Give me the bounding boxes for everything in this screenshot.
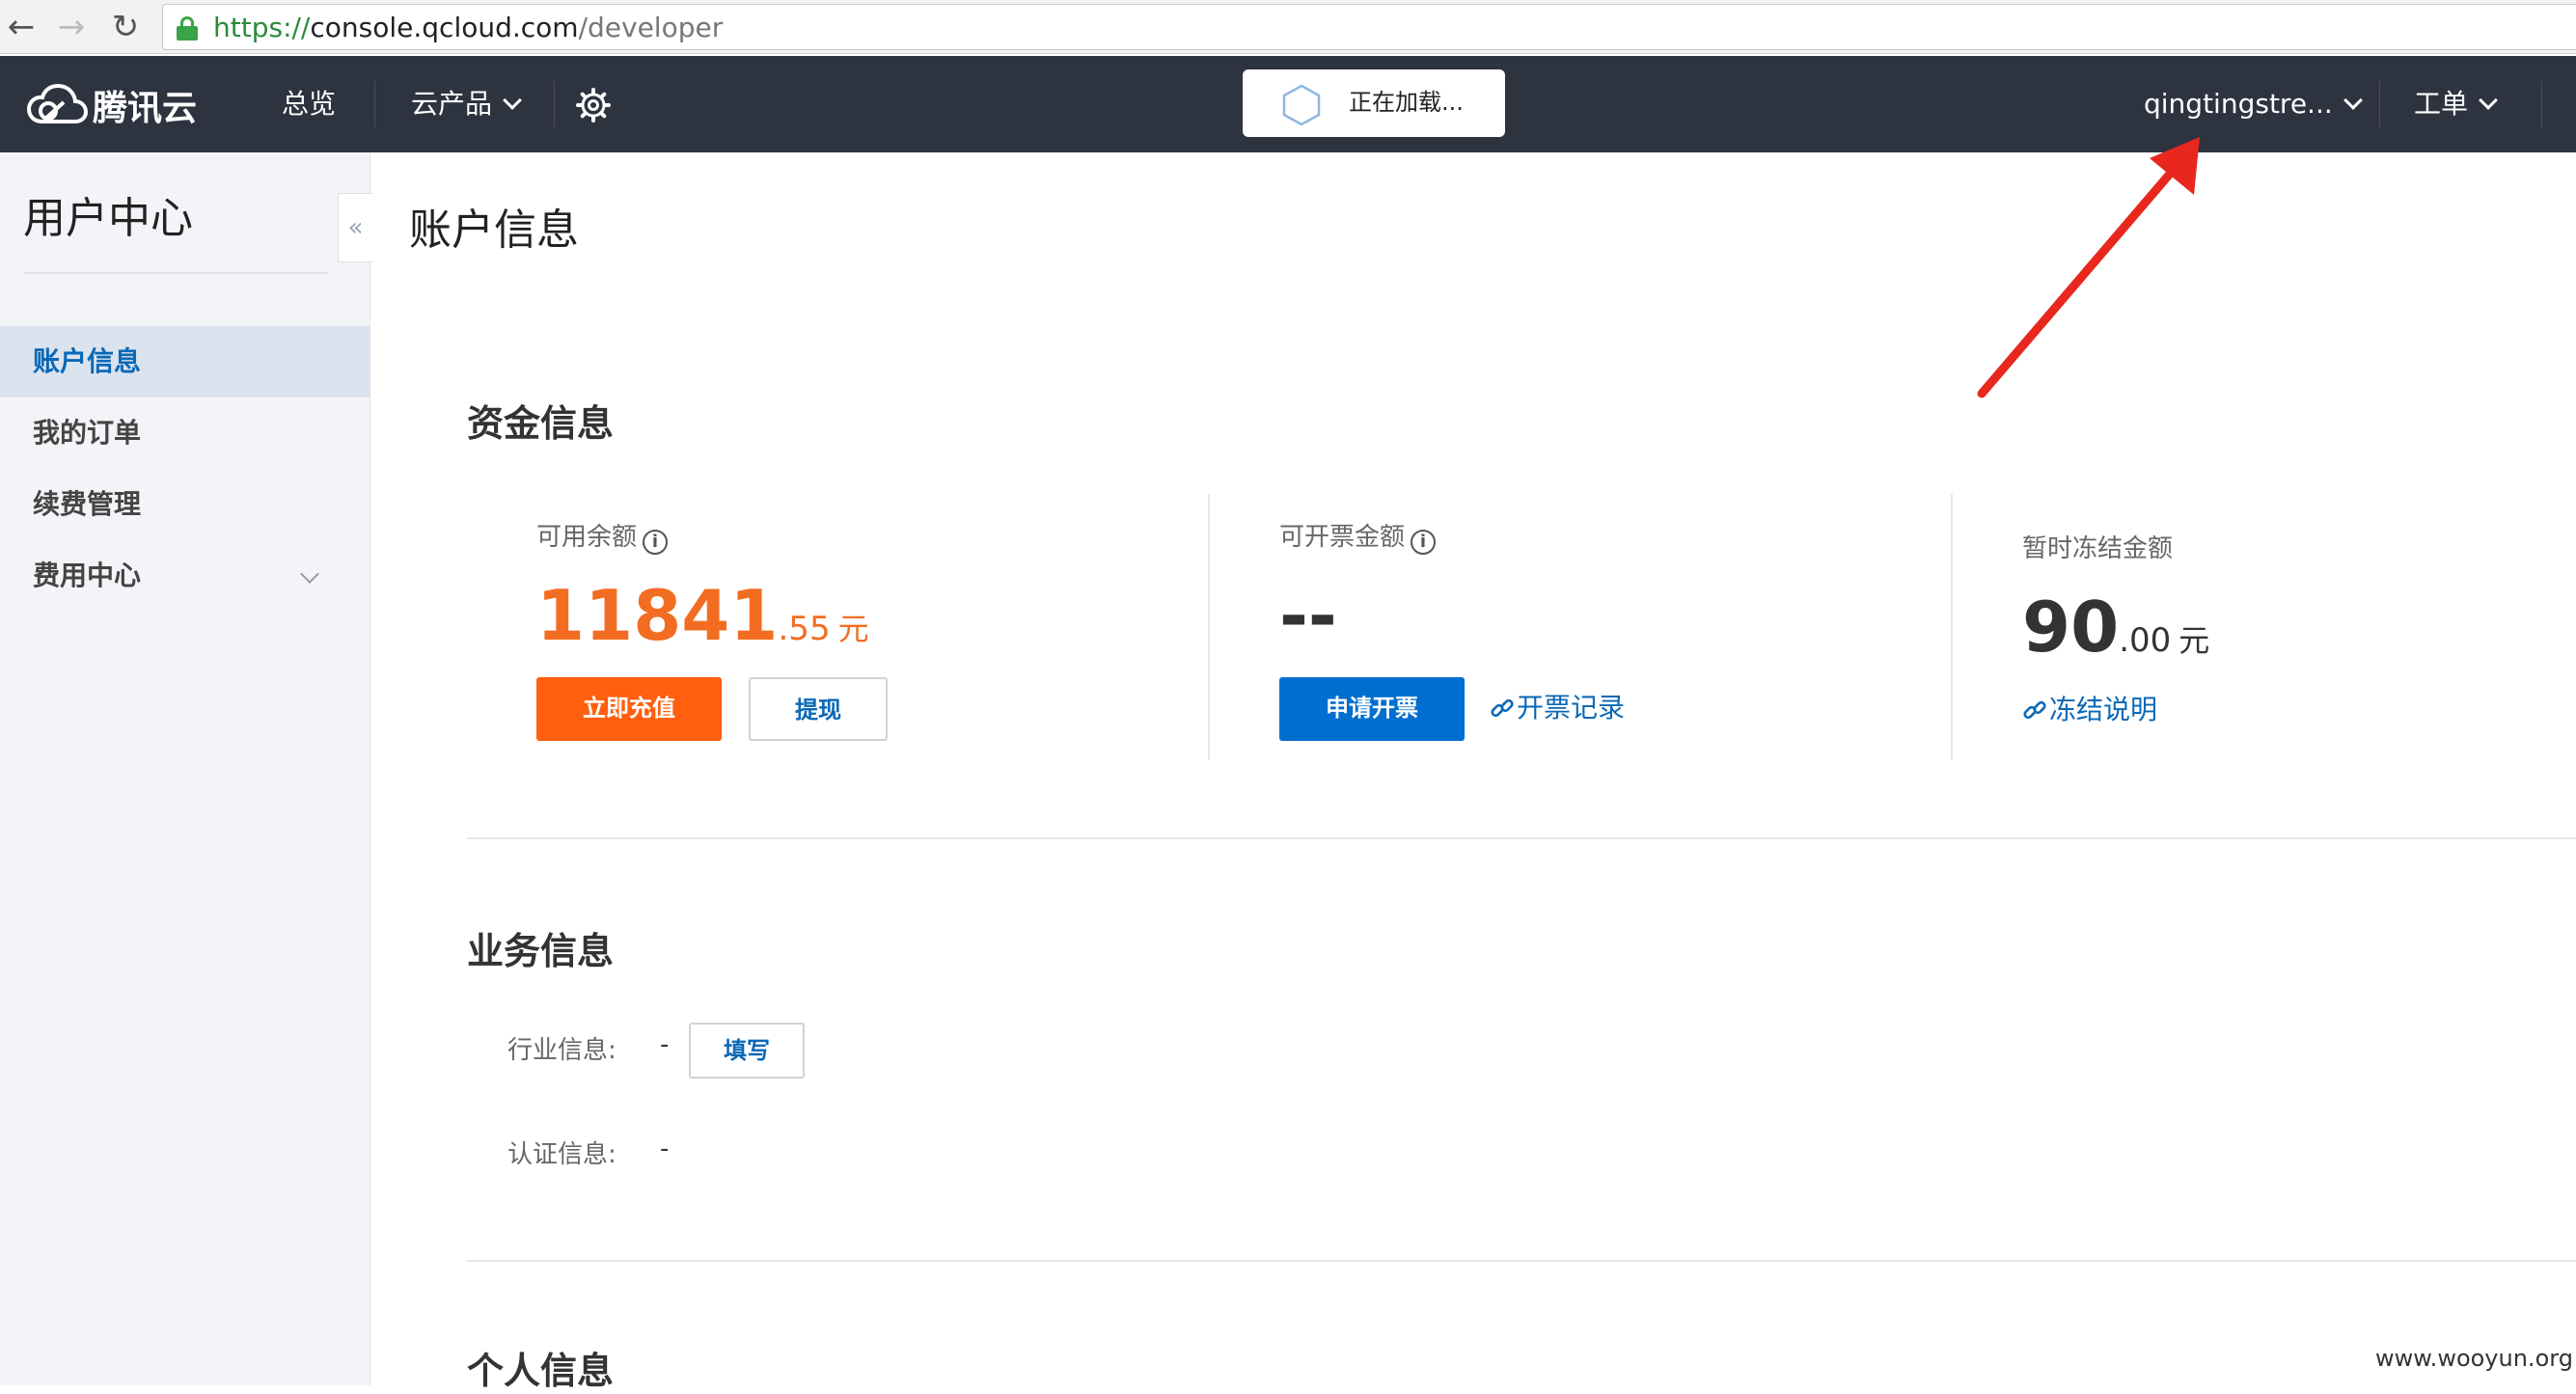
invoice-amount-label: 可开票金额 i	[1279, 517, 1437, 555]
withdraw-button[interactable]: 提现	[749, 677, 888, 741]
frozen-unit: 元	[2179, 622, 2210, 659]
fill-industry-button[interactable]: 填写	[689, 1023, 805, 1079]
back-arrow-icon[interactable]: ←	[2, 8, 41, 46]
nav-overview[interactable]: 总览	[282, 85, 336, 123]
invoice-records-link[interactable]: 开票记录	[1490, 687, 1625, 725]
section-divider	[467, 837, 2576, 839]
apply-invoice-button[interactable]: 申请开票	[1279, 677, 1465, 741]
frozen-decimal: .00	[2119, 621, 2172, 660]
sidebar-item-billing-center[interactable]: 费用中心	[0, 540, 370, 612]
sidebar-title: 用户中心	[23, 194, 193, 243]
nav-separator	[554, 81, 555, 127]
nav-separator	[2379, 81, 2380, 127]
invoice-amount: --	[1279, 575, 1337, 656]
business-section-title: 业务信息	[467, 930, 615, 972]
logo[interactable]: 腾讯云	[25, 81, 197, 129]
balance-amount: 11841.55 元	[536, 575, 869, 656]
balance-decimal: .55	[778, 610, 831, 648]
loading-indicator: 正在加载...	[1243, 69, 1505, 137]
info-icon[interactable]: i	[1411, 530, 1437, 555]
section-divider	[467, 1260, 2576, 1262]
address-bar[interactable]: https://console.qcloud.com/developer	[162, 4, 2576, 50]
chevron-down-icon	[2479, 91, 2498, 110]
link-icon	[1491, 698, 1514, 718]
page-title: 账户信息	[409, 205, 579, 255]
sidebar: 用户中心 « 账户信息 我的订单 续费管理 费用中心	[0, 152, 372, 1385]
url-host: console.qcloud.com	[310, 12, 579, 43]
certification-value: -	[660, 1134, 670, 1163]
ticket-dropdown[interactable]: 工单	[2414, 85, 2498, 123]
column-divider	[1208, 494, 1210, 760]
balance-integer: 11841	[536, 575, 779, 656]
recharge-button[interactable]: 立即充值	[536, 677, 722, 741]
logo-text: 腾讯云	[93, 89, 198, 128]
reload-icon[interactable]: ↻	[106, 8, 145, 46]
personal-section-title: 个人信息	[467, 1350, 615, 1392]
frozen-integer: 90	[2022, 587, 2120, 668]
watermark: www.wooyun.org	[2375, 1345, 2573, 1372]
sidebar-item-my-orders[interactable]: 我的订单	[0, 397, 370, 469]
loading-spinner-icon	[1282, 84, 1321, 126]
invoice-records-text: 开票记录	[1517, 692, 1626, 724]
loading-text: 正在加载...	[1349, 89, 1464, 116]
cloud-logo-icon	[26, 83, 89, 123]
sidebar-divider	[23, 272, 328, 274]
sidebar-item-account-info[interactable]: 账户信息	[0, 326, 370, 397]
url-path: /developer	[578, 12, 724, 43]
industry-value: -	[660, 1030, 670, 1059]
frozen-amount: 90.00 元	[2022, 587, 2209, 668]
annotation-arrow	[1977, 137, 2200, 398]
invoice-label-text: 可开票金额	[1279, 523, 1406, 552]
user-account-dropdown[interactable]: qingtingstre...	[2144, 85, 2363, 123]
certification-label: 认证信息:	[507, 1140, 617, 1169]
info-icon[interactable]: i	[643, 530, 669, 555]
forward-arrow-icon[interactable]: →	[52, 8, 91, 46]
balance-label-text: 可用余额	[536, 523, 638, 552]
sidebar-item-label: 费用中心	[33, 560, 142, 591]
chevron-down-icon	[503, 91, 522, 110]
industry-label: 行业信息:	[507, 1036, 617, 1065]
url-text[interactable]: https://console.qcloud.com/developer	[213, 14, 723, 42]
collapse-sidebar-icon[interactable]: «	[338, 193, 372, 262]
chevron-down-icon	[300, 564, 319, 584]
user-name: qingtingstre...	[2144, 88, 2333, 120]
column-divider	[1951, 494, 1953, 760]
balance-label: 可用余额 i	[536, 517, 669, 555]
browser-toolbar: ← → ↻ https://console.qcloud.com/develop…	[0, 0, 2576, 54]
chevron-down-icon	[2343, 91, 2363, 110]
nav-products-dropdown[interactable]: 云产品	[411, 85, 522, 123]
nav-products-label: 云产品	[411, 88, 493, 120]
sidebar-item-renewal[interactable]: 续费管理	[0, 469, 370, 540]
balance-unit: 元	[837, 611, 869, 647]
frozen-amount-label: 暂时冻结金额	[2022, 534, 2174, 563]
url-scheme: https://	[213, 12, 311, 43]
frozen-explanation-text: 冻结说明	[2049, 694, 2158, 725]
nav-separator	[2541, 81, 2542, 127]
fund-section-title: 资金信息	[467, 402, 615, 445]
gear-icon[interactable]	[575, 87, 612, 123]
lock-icon	[177, 16, 198, 41]
link-icon	[2023, 700, 2046, 720]
frozen-explanation-link[interactable]: 冻结说明	[2022, 689, 2157, 727]
ticket-label: 工单	[2414, 88, 2469, 120]
nav-separator	[374, 81, 375, 127]
invoice-amount-value: --	[1279, 575, 1337, 656]
